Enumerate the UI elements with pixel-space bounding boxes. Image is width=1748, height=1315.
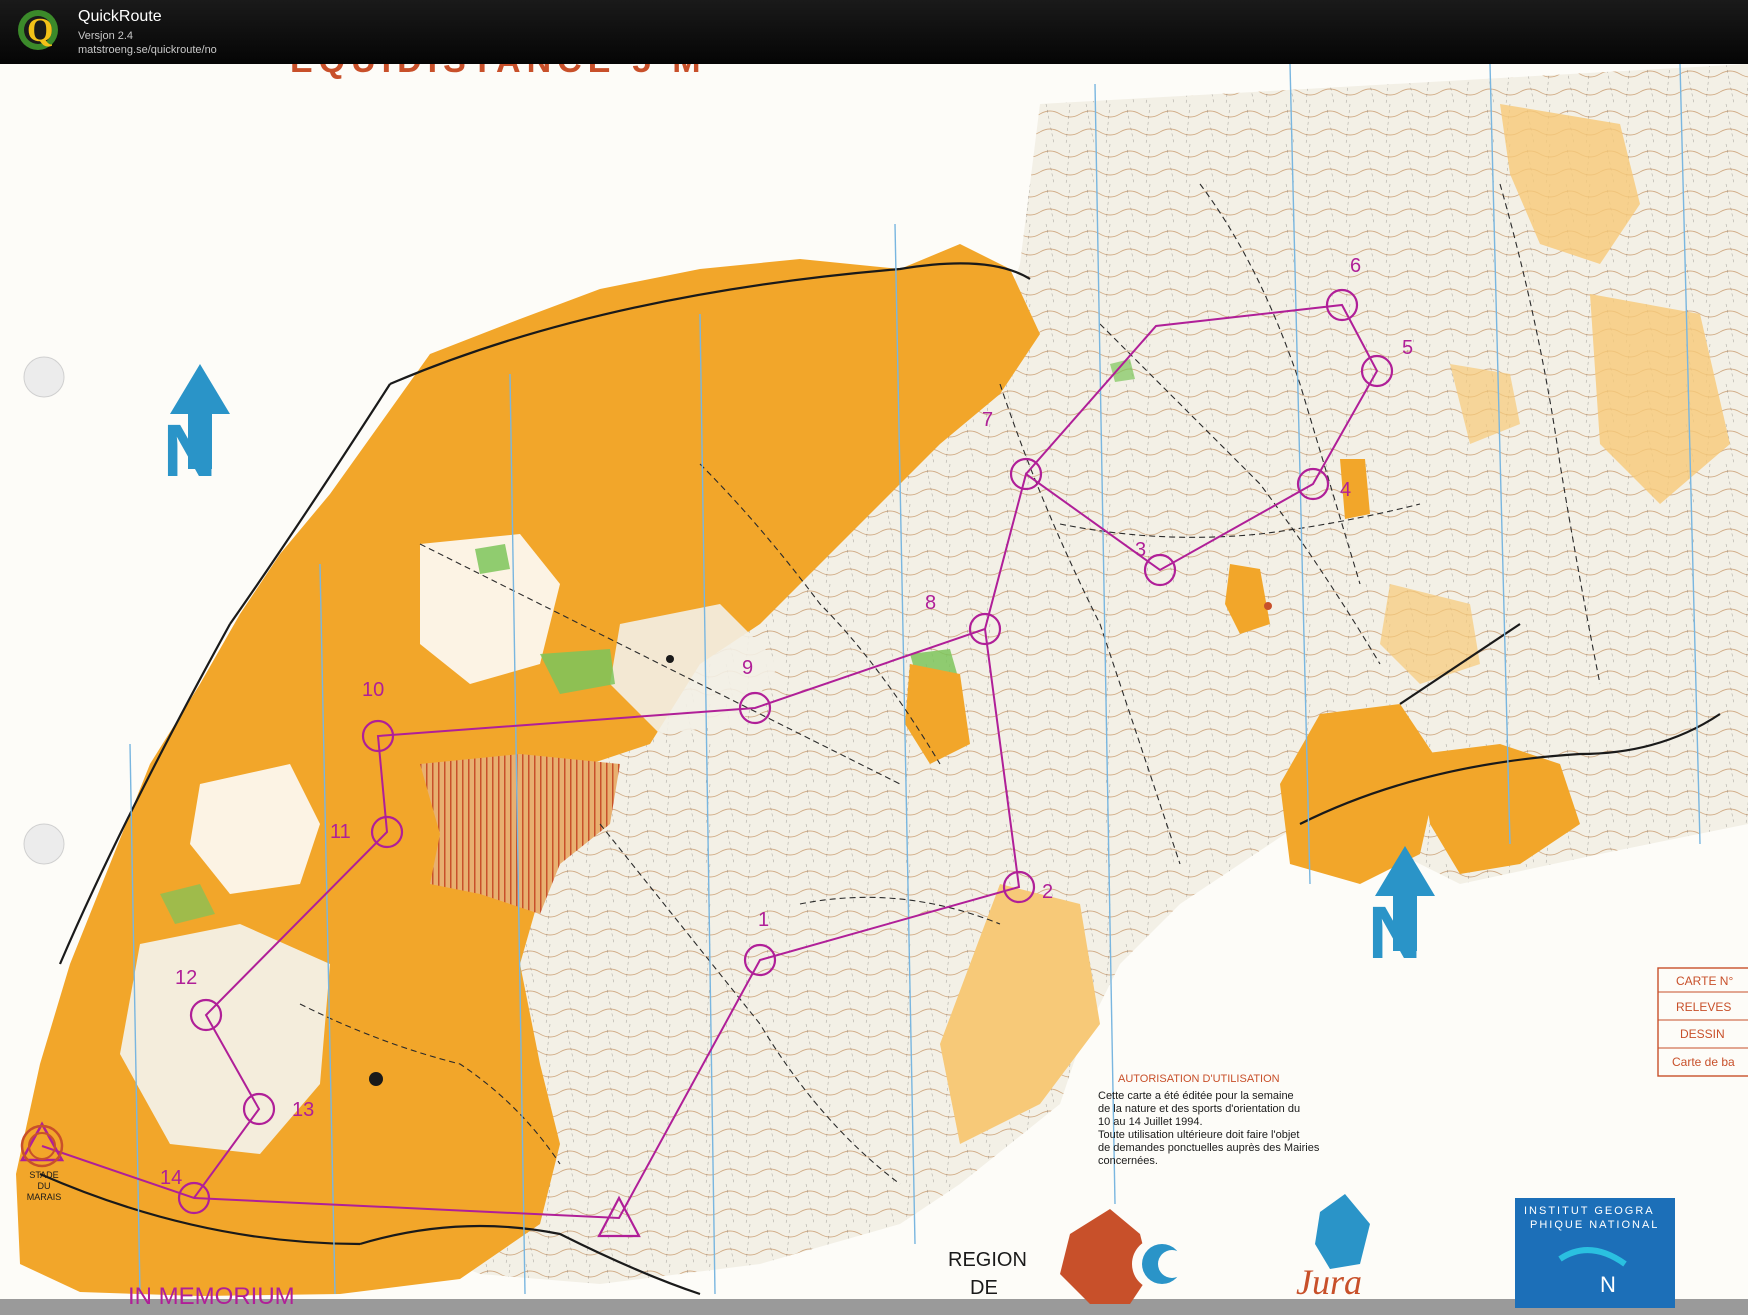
control-number-8: 8 <box>925 592 936 614</box>
app-version: Versjon 2.4 <box>78 30 134 42</box>
quickroute-logo-icon: Q <box>18 10 58 50</box>
svg-text:DE: DE <box>970 1277 998 1299</box>
svg-text:Jura: Jura <box>1296 1262 1362 1302</box>
svg-text:STADE: STADE <box>29 1170 58 1180</box>
svg-text:MARAIS: MARAIS <box>27 1192 62 1202</box>
control-number-2: 2 <box>1042 881 1053 903</box>
svg-text:Carte de ba: Carte de ba <box>1672 1055 1735 1069</box>
punch-hole <box>23 356 65 398</box>
cliff-feature <box>369 1072 383 1086</box>
control-number-10: 10 <box>362 679 384 701</box>
svg-text:INSTITUT GEOGRA: INSTITUT GEOGRA <box>1524 1205 1655 1217</box>
title-bar: Q QuickRoute Versjon 2.4 matstroeng.se/q… <box>0 0 1748 64</box>
svg-text:concernées.: concernées. <box>1098 1155 1158 1167</box>
svg-text:RELEVES: RELEVES <box>1676 1000 1731 1014</box>
svg-text:10 au 14 Juillet 1994.: 10 au 14 Juillet 1994. <box>1098 1116 1203 1128</box>
forest-green-patch <box>475 544 510 574</box>
svg-text:N: N <box>1600 1272 1616 1297</box>
control-number-9: 9 <box>742 657 753 679</box>
svg-text:DU: DU <box>38 1181 51 1191</box>
svg-text:de demandes ponctuelles auprès: de demandes ponctuelles auprès des Mairi… <box>1098 1142 1320 1154</box>
orienteering-map[interactable]: EQUIDISTANCE 5 M N N <box>0 64 1748 1315</box>
svg-text:N: N <box>1368 891 1421 974</box>
svg-text:Q: Q <box>27 12 53 49</box>
svg-text:AUTORISATION D'UTILISATION: AUTORISATION D'UTILISATION <box>1118 1073 1280 1085</box>
control-number-11: 11 <box>330 821 351 843</box>
punch-hole <box>23 823 65 865</box>
control-number-7: 7 <box>982 409 993 431</box>
svg-text:PHIQUE NATIONAL: PHIQUE NATIONAL <box>1530 1219 1659 1231</box>
map-header-text: EQUIDISTANCE 5 M <box>290 64 707 80</box>
control-number-5: 5 <box>1402 337 1413 359</box>
app-title: QuickRoute <box>78 8 162 25</box>
svg-text:Toute utilisation ultérieure d: Toute utilisation ultérieure doit faire … <box>1098 1129 1299 1141</box>
control-number-14: 14 <box>160 1167 182 1189</box>
control-number-12: 12 <box>175 967 197 989</box>
control-number-1: 1 <box>758 909 769 931</box>
control-number-6: 6 <box>1350 255 1361 277</box>
dedication-text: IN MEMORIUM <box>128 1283 295 1310</box>
svg-text:REGION: REGION <box>948 1249 1027 1271</box>
svg-text:DESSIN: DESSIN <box>1680 1027 1725 1041</box>
control-number-3: 3 <box>1135 539 1146 561</box>
feature-marker <box>666 655 674 663</box>
svg-text:N: N <box>163 409 216 492</box>
control-number-4: 4 <box>1340 479 1351 501</box>
app-url: matstroeng.se/quickroute/no <box>78 44 217 56</box>
svg-text:CARTE N°: CARTE N° <box>1676 974 1733 988</box>
svg-text:Cette carte a été éditée pour: Cette carte a été éditée pour la semaine <box>1098 1090 1294 1102</box>
map-viewport[interactable]: EQUIDISTANCE 5 M N N <box>0 64 1748 1315</box>
feature-marker <box>1264 602 1272 610</box>
control-number-13: 13 <box>292 1099 314 1121</box>
svg-text:de la nature et des sports d'o: de la nature et des sports d'orientation… <box>1098 1103 1300 1115</box>
ign-logo: INSTITUT GEOGRA PHIQUE NATIONAL N <box>1515 1198 1675 1308</box>
